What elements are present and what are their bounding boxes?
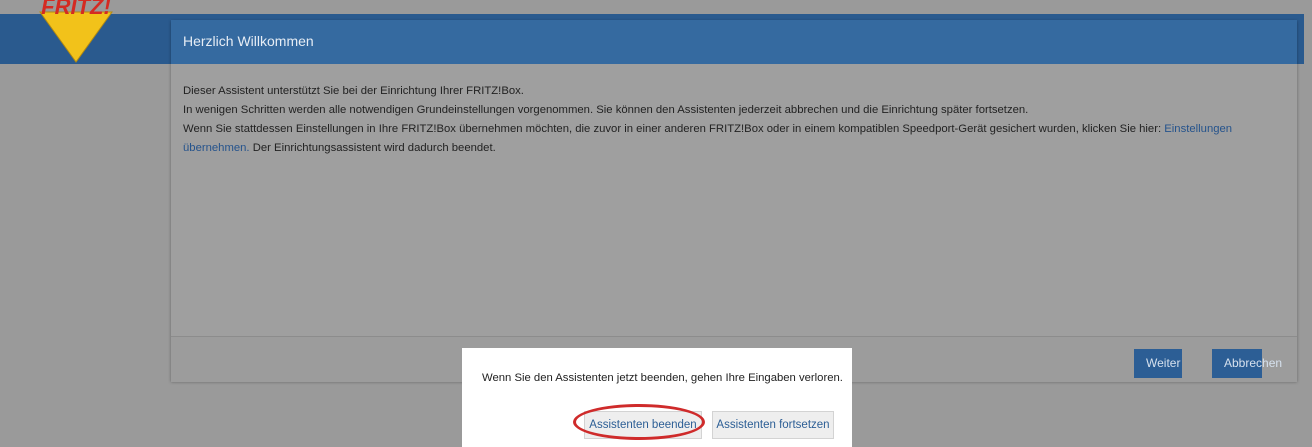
confirm-dialog: Wenn Sie den Assistenten jetzt beenden, … (462, 348, 852, 447)
setup-wizard-panel: Herzlich Willkommen Dieser Assistent unt… (171, 20, 1297, 382)
import-settings-text-end: Der Einrichtungsassistent wird dadurch b… (249, 142, 496, 154)
fritz-logo: FRITZ! (39, 0, 113, 63)
wizard-title: Herzlich Willkommen (183, 33, 314, 49)
import-settings-text-start: Wenn Sie stattdessen Einstellungen in Ih… (183, 123, 1165, 135)
continue-wizard-button[interactable]: Assistenten fortsetzen (712, 411, 834, 439)
cancel-button[interactable]: Abbrechen (1212, 349, 1282, 378)
end-wizard-button[interactable]: Assistenten beenden (584, 411, 702, 439)
import-settings-text: Wenn Sie stattdessen Einstellungen in Ih… (183, 120, 1283, 158)
svg-text:FRITZ!: FRITZ! (41, 0, 111, 19)
confirm-message: Wenn Sie den Assistenten jetzt beenden, … (482, 372, 843, 384)
intro-text: Dieser Assistent unterstützt Sie bei der… (183, 85, 524, 97)
wizard-body: Dieser Assistent unterstützt Sie bei der… (183, 82, 1283, 158)
steps-text: In wenigen Schritten werden alle notwend… (183, 104, 1029, 116)
next-button[interactable]: Weiter (1134, 349, 1182, 378)
wizard-header: Herzlich Willkommen (171, 20, 1297, 64)
